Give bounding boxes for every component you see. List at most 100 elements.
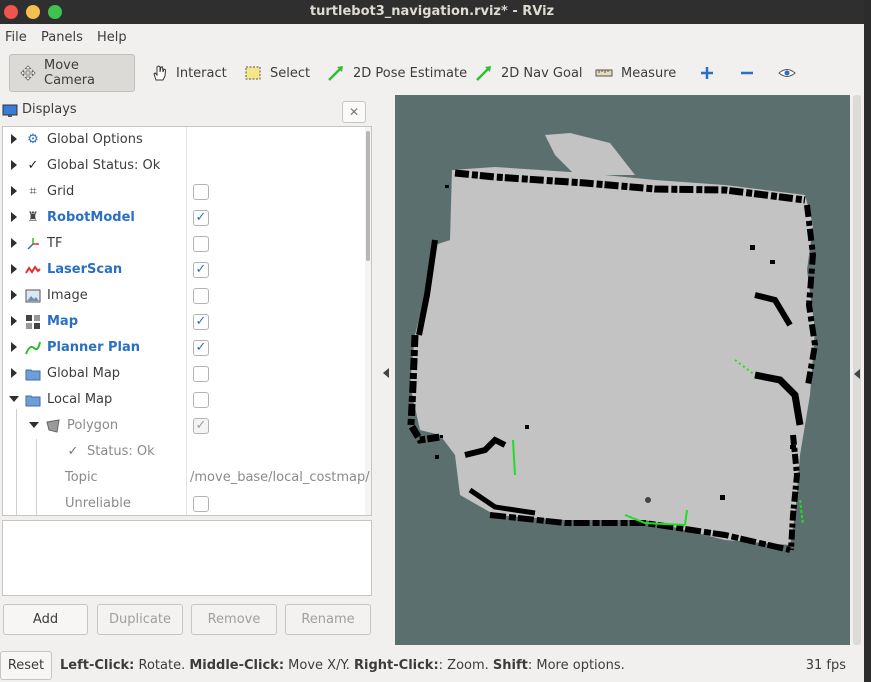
expand-arrow-icon[interactable]	[11, 212, 17, 222]
grid-checkbox[interactable]	[193, 184, 209, 200]
tf-checkbox[interactable]	[193, 236, 209, 252]
expand-arrow-icon[interactable]	[11, 290, 17, 300]
select-tool[interactable]: Select	[234, 54, 320, 92]
free-space	[410, 167, 815, 545]
displays-header: Displays ✕	[0, 98, 376, 124]
gear-icon: ⚙	[27, 132, 39, 147]
planner-plan-checkbox[interactable]: ✓	[193, 340, 209, 356]
robot-marker	[645, 497, 651, 503]
viewport-scrollbar[interactable]	[851, 95, 863, 645]
collapse-arrow-icon[interactable]	[29, 422, 39, 428]
expand-arrow-icon[interactable]	[11, 160, 17, 170]
plus-icon	[701, 67, 713, 79]
display-row-planner-plan[interactable]: Planner Plan ✓	[3, 335, 367, 361]
tree-guide-line	[36, 465, 37, 491]
hint-text: Move X/Y.	[284, 658, 355, 673]
display-row-laserscan[interactable]: LaserScan ✓	[3, 257, 367, 283]
tree-guide-line	[16, 409, 17, 439]
collapse-left-icon[interactable]	[383, 368, 389, 378]
display-row-robotmodel[interactable]: ♜ RobotModel ✓	[3, 205, 367, 231]
robotmodel-checkbox[interactable]: ✓	[193, 210, 209, 226]
add-button[interactable]: Add	[3, 604, 88, 635]
hint-key: Left-Click:	[60, 658, 135, 673]
display-row-global-map[interactable]: Global Map	[3, 361, 367, 387]
occupancy-map	[407, 133, 819, 553]
display-label: Global Status: Ok	[47, 158, 161, 173]
title-bar: turtlebot3_navigation.rviz* - RViz	[0, 0, 864, 24]
topic-value[interactable]: /move_base/local_costmap/	[190, 470, 370, 485]
display-row-grid[interactable]: ⌗ Grid	[3, 179, 367, 205]
tree-guide-line	[36, 439, 37, 465]
collapse-arrow-icon[interactable]	[9, 396, 19, 402]
display-row-global-status[interactable]: ✓ Global Status: Ok	[3, 153, 367, 179]
display-row-unreliable[interactable]: Unreliable	[3, 491, 367, 515]
description-box	[2, 520, 372, 596]
zoom-in-button[interactable]	[690, 54, 724, 92]
local-map-checkbox[interactable]	[193, 392, 209, 408]
tree-guide-line	[16, 465, 17, 491]
polygon-icon	[46, 419, 60, 433]
laserscan-icon	[25, 265, 41, 274]
render-viewport[interactable]	[395, 95, 850, 645]
panel-splitter[interactable]	[378, 94, 394, 646]
menu-bar: File Panels Help	[0, 24, 864, 52]
display-row-global-options[interactable]: ⚙ Global Options	[3, 127, 367, 153]
select-label: Select	[270, 65, 311, 81]
menu-panels[interactable]: Panels	[41, 30, 83, 45]
collapse-right-icon[interactable]	[854, 369, 860, 379]
zoom-out-button[interactable]	[730, 54, 764, 92]
tf-icon	[27, 238, 39, 250]
display-label: RobotModel	[47, 210, 135, 225]
view-button[interactable]	[770, 54, 804, 92]
display-row-topic[interactable]: Topic /move_base/local_costmap/	[3, 465, 370, 491]
image-icon	[25, 289, 41, 303]
unreliable-checkbox[interactable]	[193, 496, 209, 512]
2d-pose-estimate-label: 2D Pose Estimate	[353, 65, 468, 81]
display-row-polygon-status[interactable]: ✓ Status: Ok	[3, 439, 367, 465]
expand-arrow-icon[interactable]	[11, 134, 17, 144]
interact-tool[interactable]: Interact	[140, 54, 237, 92]
property-label: Unreliable	[65, 496, 131, 511]
global-map-checkbox[interactable]	[193, 366, 209, 382]
display-row-tf[interactable]: TF	[3, 231, 367, 257]
2d-pose-estimate-tool[interactable]: 2D Pose Estimate	[317, 54, 477, 92]
measure-tool[interactable]: Measure	[585, 54, 686, 92]
rename-button[interactable]: Rename	[285, 604, 371, 635]
move-camera-tool[interactable]: Move Camera	[9, 54, 135, 92]
display-row-polygon[interactable]: Polygon ✓	[3, 409, 367, 439]
polygon-checkbox[interactable]: ✓	[193, 418, 209, 434]
expand-arrow-icon[interactable]	[11, 264, 17, 274]
status-bar: Reset Left-Click: Rotate. Middle-Click: …	[0, 648, 864, 682]
displays-tree: ⚙ Global Options ✓ Global Status: Ok ⌗ G…	[2, 126, 372, 516]
duplicate-button[interactable]: Duplicate	[97, 604, 183, 635]
2d-nav-goal-label: 2D Nav Goal	[501, 65, 583, 81]
fps-counter: 31 fps	[805, 658, 846, 673]
display-row-map[interactable]: Map ✓	[3, 309, 367, 335]
display-label: Map	[47, 314, 79, 329]
expand-arrow-icon[interactable]	[11, 186, 17, 196]
minus-icon	[741, 71, 753, 75]
remove-button[interactable]: Remove	[191, 604, 277, 635]
display-row-image[interactable]: Image	[3, 283, 367, 309]
expand-arrow-icon[interactable]	[11, 316, 17, 326]
move-camera-label: Move Camera	[44, 58, 96, 88]
expand-arrow-icon[interactable]	[11, 342, 17, 352]
expand-arrow-icon[interactable]	[11, 368, 17, 378]
check-icon: ✓	[27, 158, 39, 173]
menu-file[interactable]: File	[5, 30, 27, 45]
laser-scan-far-right	[799, 499, 804, 526]
display-row-local-map[interactable]: Local Map	[3, 387, 367, 413]
menu-help[interactable]: Help	[97, 30, 127, 45]
display-label: Grid	[47, 184, 75, 199]
display-label: Local Map	[47, 392, 113, 407]
toolbar: Move Camera Interact Select 2D Pose Esti…	[0, 52, 864, 94]
map-checkbox[interactable]: ✓	[193, 314, 209, 330]
expand-arrow-icon[interactable]	[11, 238, 17, 248]
2d-nav-goal-tool[interactable]: 2D Nav Goal	[465, 54, 593, 92]
image-checkbox[interactable]	[193, 288, 209, 304]
property-label: Topic	[65, 470, 98, 485]
close-icon[interactable]: ✕	[342, 101, 366, 123]
laserscan-checkbox[interactable]: ✓	[193, 262, 209, 278]
display-label: Image	[47, 288, 88, 303]
reset-button[interactable]: Reset	[0, 651, 52, 680]
